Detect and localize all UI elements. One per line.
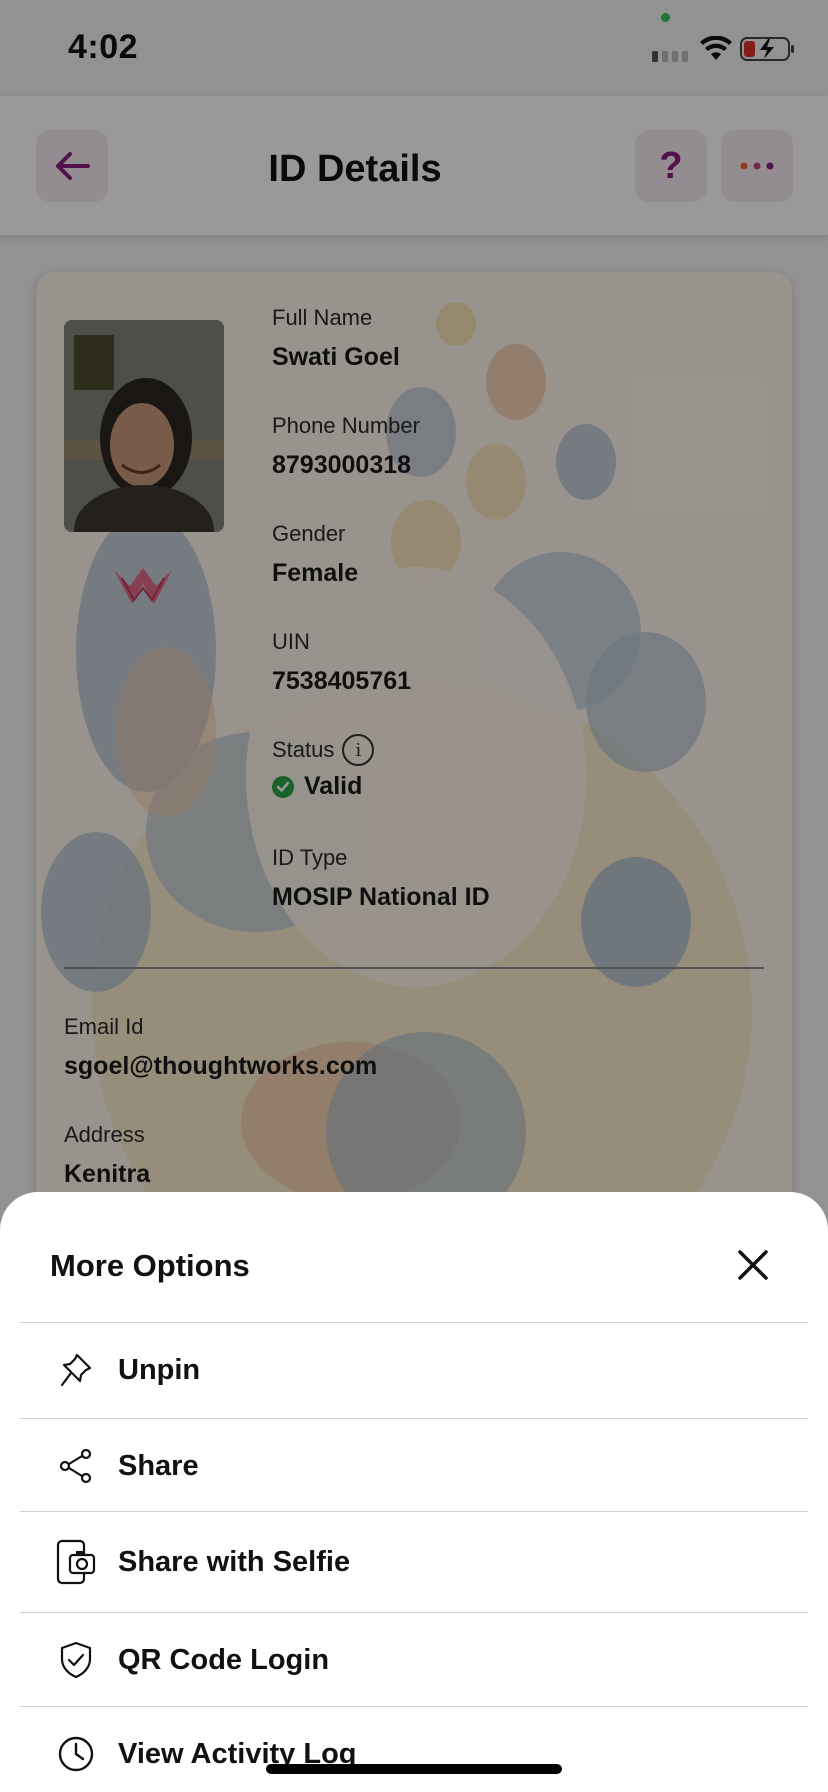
option-unpin[interactable]: Unpin xyxy=(20,1330,808,1410)
pin-icon xyxy=(56,1350,96,1390)
close-button[interactable] xyxy=(730,1242,776,1288)
sheet-divider xyxy=(20,1511,808,1512)
sheet-divider xyxy=(20,1706,808,1707)
close-icon xyxy=(738,1250,768,1280)
share-icon xyxy=(56,1446,96,1486)
shield-check-icon xyxy=(56,1640,96,1680)
option-label: Share with Selfie xyxy=(118,1545,351,1578)
sheet-divider xyxy=(20,1612,808,1613)
option-share-with-selfie[interactable]: Share with Selfie xyxy=(20,1522,808,1602)
selfie-share-icon xyxy=(56,1539,96,1585)
option-label: Unpin xyxy=(118,1353,201,1386)
option-label: Share xyxy=(118,1449,199,1482)
sheet-divider xyxy=(20,1418,808,1419)
option-qr-code-login[interactable]: QR Code Login xyxy=(20,1620,808,1700)
option-view-activity-log[interactable]: View Activity Log xyxy=(20,1714,808,1792)
sheet-divider xyxy=(20,1322,808,1323)
option-label: QR Code Login xyxy=(118,1643,330,1676)
clock-icon xyxy=(56,1734,96,1774)
option-share[interactable]: Share xyxy=(20,1426,808,1506)
sheet-title: More Options xyxy=(50,1248,250,1283)
screen: 4:02 ID Details ? Full Name Swati Goel P… xyxy=(0,0,828,1792)
home-indicator[interactable] xyxy=(266,1764,562,1774)
more-options-sheet: More Options Unpin Share Share with Self… xyxy=(0,1192,828,1792)
